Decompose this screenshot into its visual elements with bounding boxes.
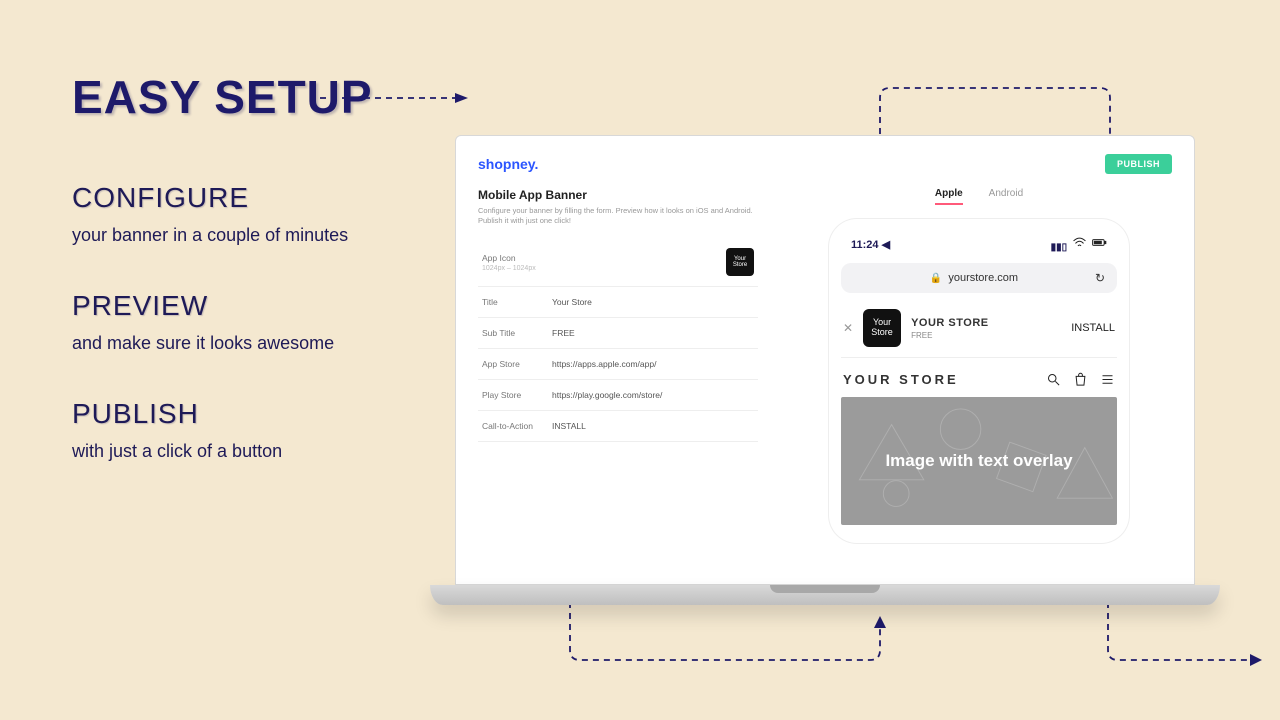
config-desc: Configure your banner by filling the for… — [478, 206, 758, 226]
bag-icon[interactable] — [1073, 372, 1088, 387]
tab-android[interactable]: Android — [989, 188, 1023, 205]
location-icon: ◀ — [882, 239, 890, 251]
menu-icon[interactable] — [1100, 372, 1115, 387]
step-preview: PREVIEW and make sure it looks awesome — [72, 290, 382, 356]
field-value[interactable]: INSTALL — [548, 411, 758, 442]
field-value[interactable]: FREE — [548, 318, 758, 349]
address-url: yourstore.com — [948, 272, 1018, 284]
tab-apple[interactable]: Apple — [935, 188, 963, 205]
close-icon[interactable]: ✕ — [843, 321, 853, 335]
phone-preview: 11:24 ◀ ▮▮▯ — [829, 219, 1129, 543]
address-bar[interactable]: 🔒 yourstore.com ↻ — [841, 263, 1117, 293]
step-heading: CONFIGURE — [72, 182, 382, 214]
field-subtitle[interactable]: Sub Title FREE — [478, 318, 758, 349]
preview-panel: Apple Android 11:24 ◀ ▮▮▯ — [786, 188, 1172, 543]
step-heading: PREVIEW — [72, 290, 382, 322]
lock-icon: 🔒 — [930, 273, 942, 284]
field-value[interactable]: https://play.google.com/store/ — [548, 380, 758, 411]
app-icon-thumb[interactable]: Your Store — [726, 248, 754, 276]
phone-status-bar: 11:24 ◀ ▮▮▯ — [841, 233, 1117, 263]
field-cta[interactable]: Call-to-Action INSTALL — [478, 411, 758, 442]
field-title[interactable]: Title Your Store — [478, 287, 758, 318]
field-label: Title — [478, 287, 548, 318]
laptop-notch — [770, 585, 880, 593]
field-playstore[interactable]: Play Store https://play.google.com/store… — [478, 380, 758, 411]
step-desc: with just a click of a button — [72, 438, 382, 464]
field-label: App Icon — [482, 253, 516, 263]
store-header: YOUR STORE — [841, 368, 1117, 397]
banner-subtitle: FREE — [911, 331, 1061, 340]
step-publish: PUBLISH with just a click of a button — [72, 398, 382, 464]
laptop-screen: shopney. PUBLISH Mobile App Banner Confi… — [455, 135, 1195, 585]
field-app-icon[interactable]: App Icon 1024px – 1024px Your Store — [478, 238, 758, 287]
field-value[interactable]: Your Store — [548, 287, 758, 318]
preview-tabs: Apple Android — [935, 188, 1023, 205]
step-heading: PUBLISH — [72, 398, 382, 430]
signal-icon: ▮▮▯ — [1051, 242, 1068, 253]
hero-title: EASY SETUP — [72, 70, 382, 124]
search-icon[interactable] — [1046, 372, 1061, 387]
laptop-mockup: shopney. PUBLISH Mobile App Banner Confi… — [430, 135, 1220, 615]
hero-image-placeholder: Image with text overlay — [841, 397, 1117, 525]
store-name: YOUR STORE — [843, 372, 959, 387]
field-label: Play Store — [478, 380, 548, 411]
banner-app-icon: Your Store — [863, 309, 901, 347]
wifi-icon — [1072, 242, 1090, 253]
step-desc: your banner in a couple of minutes — [72, 222, 382, 248]
status-time: 11:24 — [851, 239, 879, 251]
step-configure: CONFIGURE your banner in a couple of min… — [72, 182, 382, 248]
field-value[interactable]: https://apps.apple.com/app/ — [548, 349, 758, 380]
smart-app-banner: ✕ Your Store YOUR STORE FREE INSTALL — [841, 303, 1117, 358]
refresh-icon[interactable]: ↻ — [1095, 271, 1105, 285]
field-helper: 1024px – 1024px — [482, 265, 544, 272]
battery-icon — [1092, 242, 1107, 253]
step-desc: and make sure it looks awesome — [72, 330, 382, 356]
field-label: Sub Title — [478, 318, 548, 349]
config-panel: Mobile App Banner Configure your banner … — [478, 188, 758, 543]
config-title: Mobile App Banner — [478, 188, 758, 202]
publish-button[interactable]: PUBLISH — [1105, 154, 1172, 174]
laptop-base — [430, 585, 1220, 605]
hero-text: Image with text overlay — [865, 451, 1092, 471]
banner-title: YOUR STORE — [911, 317, 1061, 329]
field-label: Call-to-Action — [478, 411, 548, 442]
field-label: App Store — [478, 349, 548, 380]
banner-cta-button[interactable]: INSTALL — [1071, 322, 1115, 334]
field-appstore[interactable]: App Store https://apps.apple.com/app/ — [478, 349, 758, 380]
brand-logo: shopney. — [478, 156, 538, 172]
